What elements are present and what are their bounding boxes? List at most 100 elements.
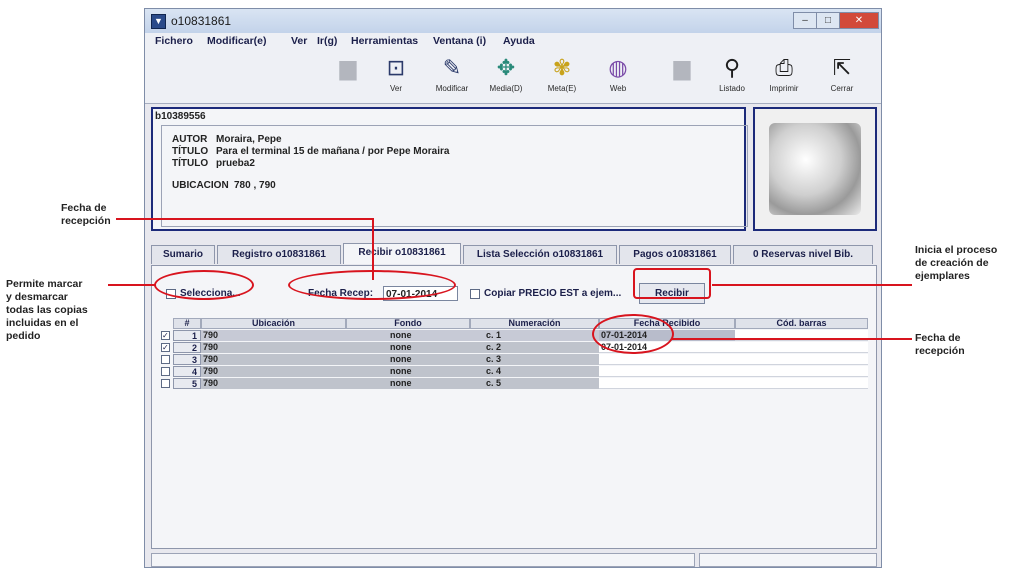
ver-button[interactable]: ⊡ Ver bbox=[371, 55, 421, 101]
copiar-precio-checkbox[interactable] bbox=[470, 289, 480, 299]
tab-lista-seleccion[interactable]: Lista Selección o10831861 bbox=[463, 245, 617, 264]
status-left bbox=[151, 553, 695, 567]
cell-fondo: none bbox=[346, 378, 470, 389]
toolbar-disabled-button-2: ▆ bbox=[657, 55, 707, 101]
app-icon: ▼ bbox=[151, 14, 166, 29]
cell-fecha-recibido[interactable] bbox=[599, 354, 735, 365]
cell-ubicacion: 790 bbox=[201, 378, 346, 389]
menu-ir[interactable]: Ir(g) bbox=[317, 35, 337, 47]
callout-line bbox=[108, 284, 156, 286]
cell-numeracion: c. 3 bbox=[470, 354, 599, 365]
cell-numeracion: c. 2 bbox=[470, 342, 599, 353]
col-header-numeracion[interactable]: Numeración bbox=[470, 318, 599, 329]
callout-line bbox=[116, 218, 374, 220]
row-number: 5 bbox=[173, 378, 201, 389]
recibir-panel: Selecciona... Fecha Recep: 07-01-2014 Co… bbox=[151, 265, 877, 549]
ubicacion-field: UBICACION 780 , 790 bbox=[172, 180, 276, 191]
col-header-fondo[interactable]: Fondo bbox=[346, 318, 470, 329]
row-number: 2 bbox=[173, 342, 201, 353]
record-id: b10389556 bbox=[155, 111, 206, 122]
tab-registro[interactable]: Registro o10831861 bbox=[217, 245, 341, 264]
highlight-recibir-button bbox=[633, 268, 711, 299]
table-row[interactable]: ✓ 2 790 none c. 2 07-01-2014 bbox=[161, 342, 868, 353]
annotation-fecha-recepcion-top: Fecha de recepción bbox=[61, 202, 111, 227]
view-icon: ⊡ bbox=[386, 55, 406, 80]
table-row[interactable]: 3 790 none c. 3 bbox=[161, 354, 868, 365]
toolbar-disabled-button: ▆ bbox=[323, 55, 373, 101]
cell-fecha-recibido[interactable] bbox=[599, 366, 735, 377]
annotation-inicia: Inicia el proceso de creación de ejempla… bbox=[915, 244, 998, 282]
media-button[interactable]: ✥ Media(D) bbox=[481, 55, 531, 101]
media-icon: ✥ bbox=[496, 55, 516, 80]
cell-numeracion: c. 1 bbox=[470, 330, 599, 341]
row-checkbox[interactable]: ✓ bbox=[161, 343, 170, 352]
annotation-fecha-recepcion-right: Fecha de recepción bbox=[915, 332, 965, 357]
cell-numeracion: c. 4 bbox=[470, 366, 599, 377]
row-checkbox[interactable]: ✓ bbox=[161, 331, 170, 340]
callout-line bbox=[672, 338, 912, 340]
menu-ventana[interactable]: Ventana (i) bbox=[433, 35, 486, 47]
web-button[interactable]: ◍ Web bbox=[593, 55, 643, 101]
edit-icon: ✎ bbox=[442, 55, 462, 80]
autor-field: AUTOR Moraira, Pepe bbox=[172, 134, 282, 145]
status-bar bbox=[151, 553, 877, 567]
maximize-button[interactable]: □ bbox=[816, 12, 840, 29]
titulo-field: TÍTULO Para el terminal 15 de mañana / po… bbox=[172, 146, 450, 157]
close-window-button[interactable]: ✕ bbox=[839, 12, 879, 29]
menu-herramientas[interactable]: Herramientas bbox=[351, 35, 418, 47]
cell-cod-barras[interactable] bbox=[735, 378, 868, 389]
row-number: 1 bbox=[173, 330, 201, 341]
row-checkbox[interactable] bbox=[161, 367, 170, 376]
cover-thumbnail bbox=[753, 107, 877, 231]
cell-fondo: none bbox=[346, 330, 470, 341]
cell-cod-barras[interactable] bbox=[735, 366, 868, 377]
title-bar: ▼ o10831861 – □ ✕ bbox=[145, 9, 881, 34]
imprimir-button[interactable]: ⎙ Imprimir bbox=[759, 55, 809, 101]
annotation-permite: Permite marcar y desmarcar todas las cop… bbox=[6, 278, 88, 342]
table-row[interactable]: 4 790 none c. 4 bbox=[161, 366, 868, 377]
meta-button[interactable]: ✾ Meta(E) bbox=[537, 55, 587, 101]
row-number: 3 bbox=[173, 354, 201, 365]
tab-pagos[interactable]: Pagos o10831861 bbox=[619, 245, 731, 264]
disabled-icon: ▆ bbox=[673, 55, 691, 80]
search-icon: ⚲ bbox=[723, 55, 741, 80]
tab-sumario[interactable]: Sumario bbox=[151, 245, 215, 264]
disabled-icon: ▆ bbox=[339, 55, 357, 80]
menu-ver[interactable]: Ver bbox=[291, 35, 307, 47]
row-checkbox[interactable] bbox=[161, 379, 170, 388]
row-checkbox[interactable] bbox=[161, 355, 170, 364]
cell-ubicacion: 790 bbox=[201, 330, 346, 341]
tab-recibir[interactable]: Recibir o10831861 bbox=[343, 243, 461, 264]
cell-cod-barras[interactable] bbox=[735, 354, 868, 365]
copiar-precio-label[interactable]: Copiar PRECIO EST a ejem... bbox=[484, 288, 621, 299]
toolbar: ▆ ⊡ Ver ✎ Modificar ✥ Media(D) ✾ Meta(E)… bbox=[145, 51, 881, 104]
printer-icon: ⎙ bbox=[775, 55, 793, 80]
highlight-fecha-recibido bbox=[592, 314, 674, 354]
cerrar-button[interactable]: ⇱ Cerrar bbox=[817, 55, 867, 101]
meta-icon: ✾ bbox=[552, 55, 572, 80]
cell-fondo: none bbox=[346, 354, 470, 365]
col-header-cod-barras[interactable]: Cód. barras bbox=[735, 318, 868, 329]
web-icon: ◍ bbox=[608, 55, 628, 80]
cell-cod-barras[interactable] bbox=[735, 342, 868, 353]
modificar-button[interactable]: ✎ Modificar bbox=[427, 55, 477, 101]
row-number: 4 bbox=[173, 366, 201, 377]
menu-ayuda[interactable]: Ayuda bbox=[503, 35, 535, 47]
table-row[interactable]: 5 790 none c. 5 bbox=[161, 378, 868, 389]
highlight-fecha-recep bbox=[288, 270, 456, 300]
menu-fichero[interactable]: Fichero bbox=[155, 35, 193, 47]
close-icon: ⇱ bbox=[832, 55, 852, 80]
col-header-num[interactable]: # bbox=[173, 318, 201, 329]
menu-bar: Fichero Modificar(e) Ver Ir(g) Herramien… bbox=[145, 33, 881, 51]
cell-numeracion: c. 5 bbox=[470, 378, 599, 389]
tab-reservas[interactable]: 0 Reservas nivel Bib. bbox=[733, 245, 873, 264]
cell-fecha-recibido[interactable] bbox=[599, 378, 735, 389]
cell-ubicacion: 790 bbox=[201, 342, 346, 353]
minimize-button[interactable]: – bbox=[793, 12, 817, 29]
cell-ubicacion: 790 bbox=[201, 366, 346, 377]
col-header-ubicacion[interactable]: Ubicación bbox=[201, 318, 346, 329]
listado-button[interactable]: ⚲ Listado bbox=[707, 55, 757, 101]
bib-details: AUTOR Moraira, Pepe TÍTULO Para el termina… bbox=[161, 125, 748, 227]
menu-modificar[interactable]: Modificar(e) bbox=[207, 35, 267, 47]
cell-fondo: none bbox=[346, 366, 470, 377]
